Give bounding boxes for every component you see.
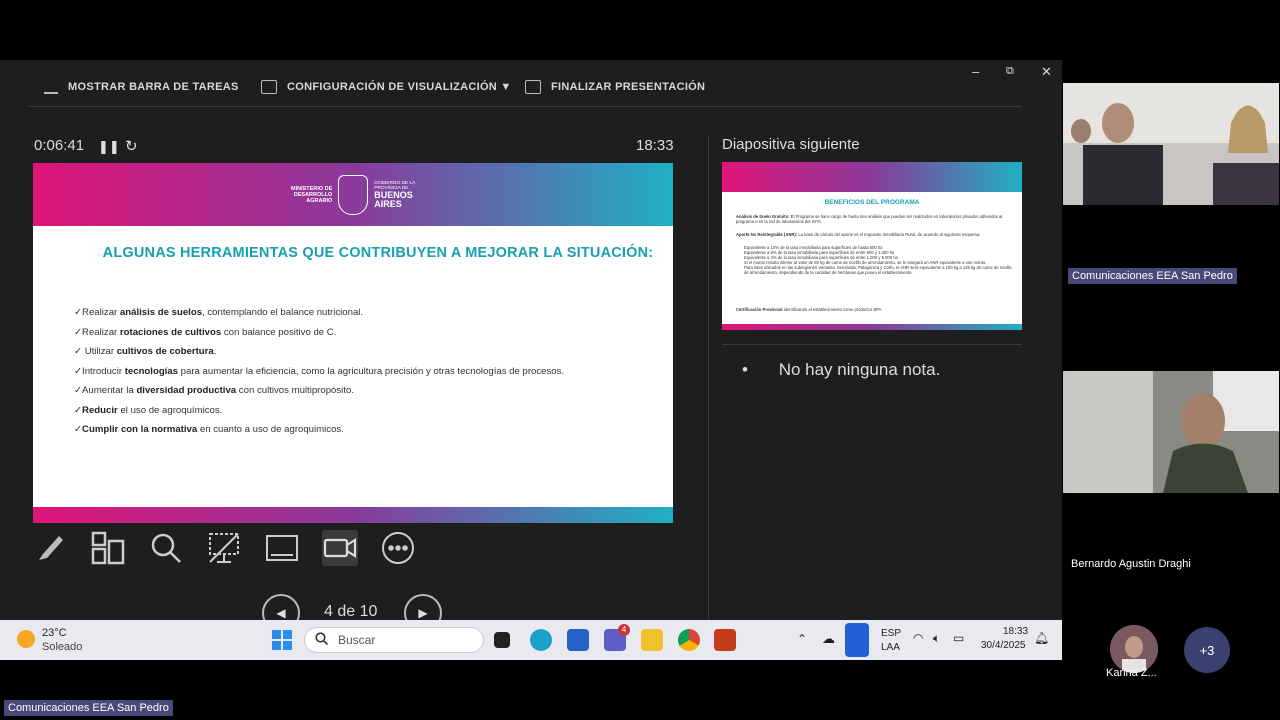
- zoom-icon[interactable]: [148, 530, 184, 566]
- search-placeholder: Buscar: [338, 633, 376, 647]
- chevron-up-icon[interactable]: ⌃: [797, 632, 807, 646]
- volume-icon[interactable]: 🔈︎: [933, 631, 940, 646]
- presenter-view: MOSTRAR BARRA DE TAREAS CONFIGURACIÓN DE…: [0, 60, 1062, 632]
- pane-divider: [708, 136, 709, 620]
- ministry-logo: MINISTERIO DE DESARROLLO AGRARIO GOBIERN…: [291, 175, 415, 215]
- participant-video[interactable]: [1063, 371, 1279, 493]
- show-taskbar-label: MOSTRAR BARRA DE TAREAS: [68, 81, 239, 93]
- next-slide-header-band: [722, 162, 1022, 192]
- participant-video[interactable]: [1063, 83, 1279, 205]
- more-options-icon[interactable]: [380, 530, 416, 566]
- teams-icon[interactable]: 4: [604, 624, 630, 651]
- participant-avatar-name: Karina Z...: [1106, 667, 1157, 679]
- slide-bullet: ✓Cumplir con la normativa en cuanto a us…: [74, 424, 344, 435]
- show-taskbar-button[interactable]: MOSTRAR BARRA DE TAREAS: [44, 80, 239, 94]
- weather-temp[interactable]: 23°C: [42, 627, 67, 639]
- next-slide-footer-band: [722, 324, 1022, 330]
- edge-icon[interactable]: [530, 629, 552, 651]
- taskbar-time[interactable]: 18:33: [1003, 626, 1028, 637]
- search-icon: [315, 632, 329, 648]
- slide-footer-band: [33, 507, 673, 523]
- speaker-notes[interactable]: • No hay ninguna nota.: [742, 360, 940, 380]
- display-settings-label: CONFIGURACIÓN DE VISUALIZACIÓN ▼: [287, 81, 512, 93]
- cloud-icon[interactable]: ☁: [822, 631, 835, 647]
- next-arrow-icon: ▶: [418, 606, 428, 620]
- next-slide-paragraph: Análisis de Suelo Gratuito: El Programa …: [736, 214, 1003, 224]
- presenter-clock: 18:33: [636, 137, 674, 154]
- province-crest-icon: [338, 175, 369, 215]
- sun-icon[interactable]: [17, 630, 35, 648]
- avatar[interactable]: [1110, 625, 1158, 673]
- presenter-name-tag: Comunicaciones EEA San Pedro: [4, 700, 173, 716]
- store-icon[interactable]: [567, 629, 589, 651]
- keyboard-layout[interactable]: LAA: [881, 642, 900, 653]
- pen-icon[interactable]: [33, 530, 69, 566]
- next-slide-bullets: Equivalente a 10% de la tasa inmobiliari…: [744, 245, 1012, 275]
- next-slide-label: Diapositiva siguiente: [722, 136, 860, 153]
- slide-bullet: ✓ Utilizar cultivos de cobertura.: [74, 346, 217, 357]
- display-settings-button[interactable]: CONFIGURACIÓN DE VISUALIZACIÓN ▼: [261, 80, 512, 94]
- chrome-icon[interactable]: [678, 629, 700, 651]
- subtitles-icon[interactable]: [264, 530, 300, 566]
- close-button[interactable]: ✕: [1041, 64, 1052, 80]
- battery-icon[interactable]: ▭: [953, 631, 964, 645]
- logo-ministry-text: MINISTERIO DE DESARROLLO AGRARIO: [291, 186, 333, 204]
- next-slide-title: BENEFICIOS DEL PROGRAMA: [824, 199, 920, 206]
- slide-bullet: ✓Realizar análisis de suelos, contemplan…: [74, 307, 364, 318]
- camera-icon[interactable]: [322, 530, 358, 566]
- reset-timer-icon[interactable]: ↻: [125, 137, 138, 155]
- black-screen-icon[interactable]: [206, 530, 242, 566]
- slide-bullet: ✓Aumentar la diversidad productiva con c…: [74, 385, 354, 396]
- windows-taskbar: 23°C Soleado Buscar 4 ⌃ ☁ ESP LAA ◠ 🔈︎ ▭…: [0, 620, 1062, 660]
- end-presentation-button[interactable]: FINALIZAR PRESENTACIÓN: [525, 80, 705, 94]
- slide-counter[interactable]: 4 de 10: [324, 603, 377, 621]
- more-participants-button[interactable]: +3: [1184, 627, 1230, 673]
- elapsed-timer: 0:06:41: [34, 137, 85, 154]
- taskbar-search[interactable]: Buscar: [304, 627, 484, 653]
- restore-button[interactable]: ⧉: [1006, 65, 1014, 78]
- task-view-icon[interactable]: [494, 632, 510, 648]
- next-slide-paragraph: Aporte No Reintegrable (ANR): La base de…: [736, 232, 981, 237]
- windows-start-icon[interactable]: [272, 630, 292, 650]
- teams-badge: 4: [618, 624, 630, 636]
- slide-bullet: ✓Introducir tecnologías para aumentar la…: [74, 365, 565, 377]
- taskbar-date[interactable]: 30/4/2025: [981, 640, 1026, 651]
- file-explorer-icon[interactable]: [641, 629, 663, 651]
- current-slide: MINISTERIO DE DESARROLLO AGRARIO GOBIERN…: [33, 163, 673, 523]
- notes-bullet: •: [742, 360, 748, 379]
- powerpoint-icon[interactable]: [714, 629, 736, 651]
- end-presentation-icon: [525, 80, 541, 94]
- notes-text: No hay ninguna nota.: [778, 360, 941, 379]
- logo-province-text: GOBIERNO DE LA PROVINCIA DE BUENOS AIRES: [374, 181, 416, 209]
- pause-icon[interactable]: ❚❚: [98, 139, 120, 155]
- weather-desc[interactable]: Soleado: [42, 641, 82, 653]
- next-slide-paragraph: Certificación Provincial identificando a…: [736, 307, 883, 312]
- notes-divider: [722, 344, 1022, 345]
- wifi-icon[interactable]: ◠: [913, 631, 923, 645]
- slide-bullet: ✓Reducir el uso de agroquímicos.: [74, 404, 223, 416]
- end-presentation-label: FINALIZAR PRESENTACIÓN: [551, 81, 706, 93]
- slide-bullet-list: ✓Realizar análisis de suelos, contemplan…: [74, 307, 564, 444]
- toolbar-divider: [28, 106, 1022, 107]
- participant-name: Bernardo Agustin Draghi: [1071, 558, 1191, 570]
- slide-title: ALGUNAS HERRAMIENTAS QUE CONTRIBUYEN A M…: [102, 245, 654, 261]
- next-slide-preview[interactable]: BENEFICIOS DEL PROGRAMA Análisis de Suel…: [722, 162, 1022, 330]
- slide-bullet: ✓Realizar rotaciones de cultivos con bal…: [74, 326, 337, 338]
- prev-arrow-icon: ◀: [276, 606, 286, 620]
- display-settings-icon: [261, 80, 277, 94]
- language-code[interactable]: ESP: [881, 628, 901, 639]
- see-all-slides-icon[interactable]: [90, 530, 126, 566]
- minimize-button[interactable]: –: [972, 64, 979, 79]
- taskbar-icon: [44, 80, 58, 94]
- notification-bell-icon[interactable]: 🔔︎: [1034, 631, 1049, 645]
- participant-name-tag: Comunicaciones EEA San Pedro: [1068, 268, 1237, 284]
- microphone-icon[interactable]: [845, 623, 869, 657]
